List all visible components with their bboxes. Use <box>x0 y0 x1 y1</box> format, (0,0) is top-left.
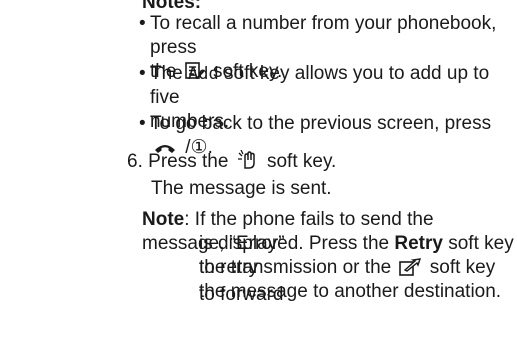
retry-softkey-label: Retry <box>394 233 443 254</box>
send-hand-icon <box>237 149 259 177</box>
bullet-text: To recall a number from your phonebook, … <box>150 13 497 58</box>
step-result: The message is sent. <box>151 178 332 199</box>
bullet-text: To go back to the previous screen, press <box>150 113 492 134</box>
bullet-text: The <box>150 63 183 84</box>
manual-page: Notes: • To recall a number from your ph… <box>0 0 517 348</box>
step-text: Press the <box>148 151 229 172</box>
note-line: the message to another destination. <box>199 281 502 302</box>
step-text: soft key. <box>266 151 337 172</box>
step-number: 6. <box>127 151 143 172</box>
bullet-dot: • <box>139 113 146 134</box>
note-label: Note <box>142 209 185 230</box>
bullet-dot: • <box>139 63 146 84</box>
note-block: Note: If the phone fails to send the mes… <box>142 208 514 305</box>
bullet-dot: • <box>139 13 146 34</box>
step-6: 6. Press the soft key. The message is se… <box>127 149 337 201</box>
add-softkey-label: Add <box>188 64 219 84</box>
